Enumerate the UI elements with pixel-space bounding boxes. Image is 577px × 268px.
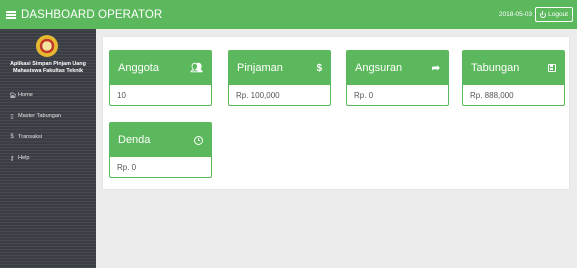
share-icon: ➦	[431, 62, 440, 74]
sidebar-item-help[interactable]: ⚷ Help	[9, 153, 30, 163]
users-icon: 👥︎	[190, 62, 203, 74]
card-tabungan[interactable]: Tabungan Rp. 888,000	[462, 50, 565, 106]
brand-title[interactable]: DASHBOARD OPERATOR	[21, 9, 162, 21]
sidebar-item-label: Master Tabungan	[18, 113, 62, 119]
card-denda[interactable]: Denda Rp. 0	[109, 122, 212, 178]
key-icon: ⚷	[9, 155, 15, 162]
card-title: Tabungan	[471, 62, 520, 74]
card-value: Rp. 888,000	[470, 91, 514, 100]
app-name: Aplikasi Simpan Pinjam Uang Mahasiswa Fa…	[10, 61, 86, 74]
card-anggota[interactable]: Anggota 👥︎ 10	[109, 50, 212, 106]
card-title: Angsuran	[355, 62, 403, 74]
card-angsuran[interactable]: Angsuran ➦ Rp. 0	[346, 50, 449, 106]
university-logo	[36, 35, 58, 57]
card-title: Anggota	[118, 62, 159, 74]
dollar-icon: $	[316, 62, 322, 74]
current-date: 2018-05-03	[498, 11, 533, 18]
logout-button[interactable]: Logout	[535, 7, 573, 22]
sidebar: Aplikasi Simpan Pinjam Uang Mahasiswa Fa…	[0, 29, 96, 268]
card-header: Angsuran ➦	[347, 51, 448, 85]
card-value: 10	[117, 91, 126, 100]
card-value: Rp. 100,000	[236, 91, 280, 100]
card-value: Rp. 0	[117, 163, 137, 172]
sidebar-item-label: Transaksi	[18, 134, 43, 140]
card-pinjaman[interactable]: Pinjaman $ Rp. 100,000	[228, 50, 331, 106]
save-icon	[548, 64, 556, 72]
card-header: Pinjaman $	[229, 51, 330, 85]
card-header: Denda	[110, 123, 211, 157]
dashboard-panel: Anggota 👥︎ 10 Pinjaman $ Rp. 100,000 Ang…	[103, 37, 569, 189]
card-title: Denda	[118, 134, 151, 146]
sidebar-item-master-tabungan[interactable]: ▯ Master Tabungan	[9, 111, 61, 121]
card-header: Tabungan	[463, 51, 564, 85]
menu-icon[interactable]	[6, 10, 16, 19]
card-header: Anggota 👥︎	[110, 51, 211, 85]
card-value: Rp. 0	[354, 91, 374, 100]
top-navbar: DASHBOARD OPERATOR 2018-05-03 Logout	[0, 0, 577, 29]
sidebar-item-label: Help	[18, 155, 30, 161]
dollar-icon: $	[10, 134, 14, 140]
logout-label: Logout	[548, 11, 568, 18]
power-icon	[540, 10, 547, 18]
home-icon: 🏠︎	[9, 92, 17, 99]
clock-icon	[194, 135, 203, 145]
sidebar-item-home[interactable]: 🏠︎ Home	[9, 90, 33, 100]
sidebar-item-label: Home	[18, 92, 33, 98]
book-icon: ▯	[10, 113, 14, 120]
card-title: Pinjaman	[237, 62, 283, 74]
sidebar-item-transaksi[interactable]: $ Transaksi	[9, 132, 42, 142]
